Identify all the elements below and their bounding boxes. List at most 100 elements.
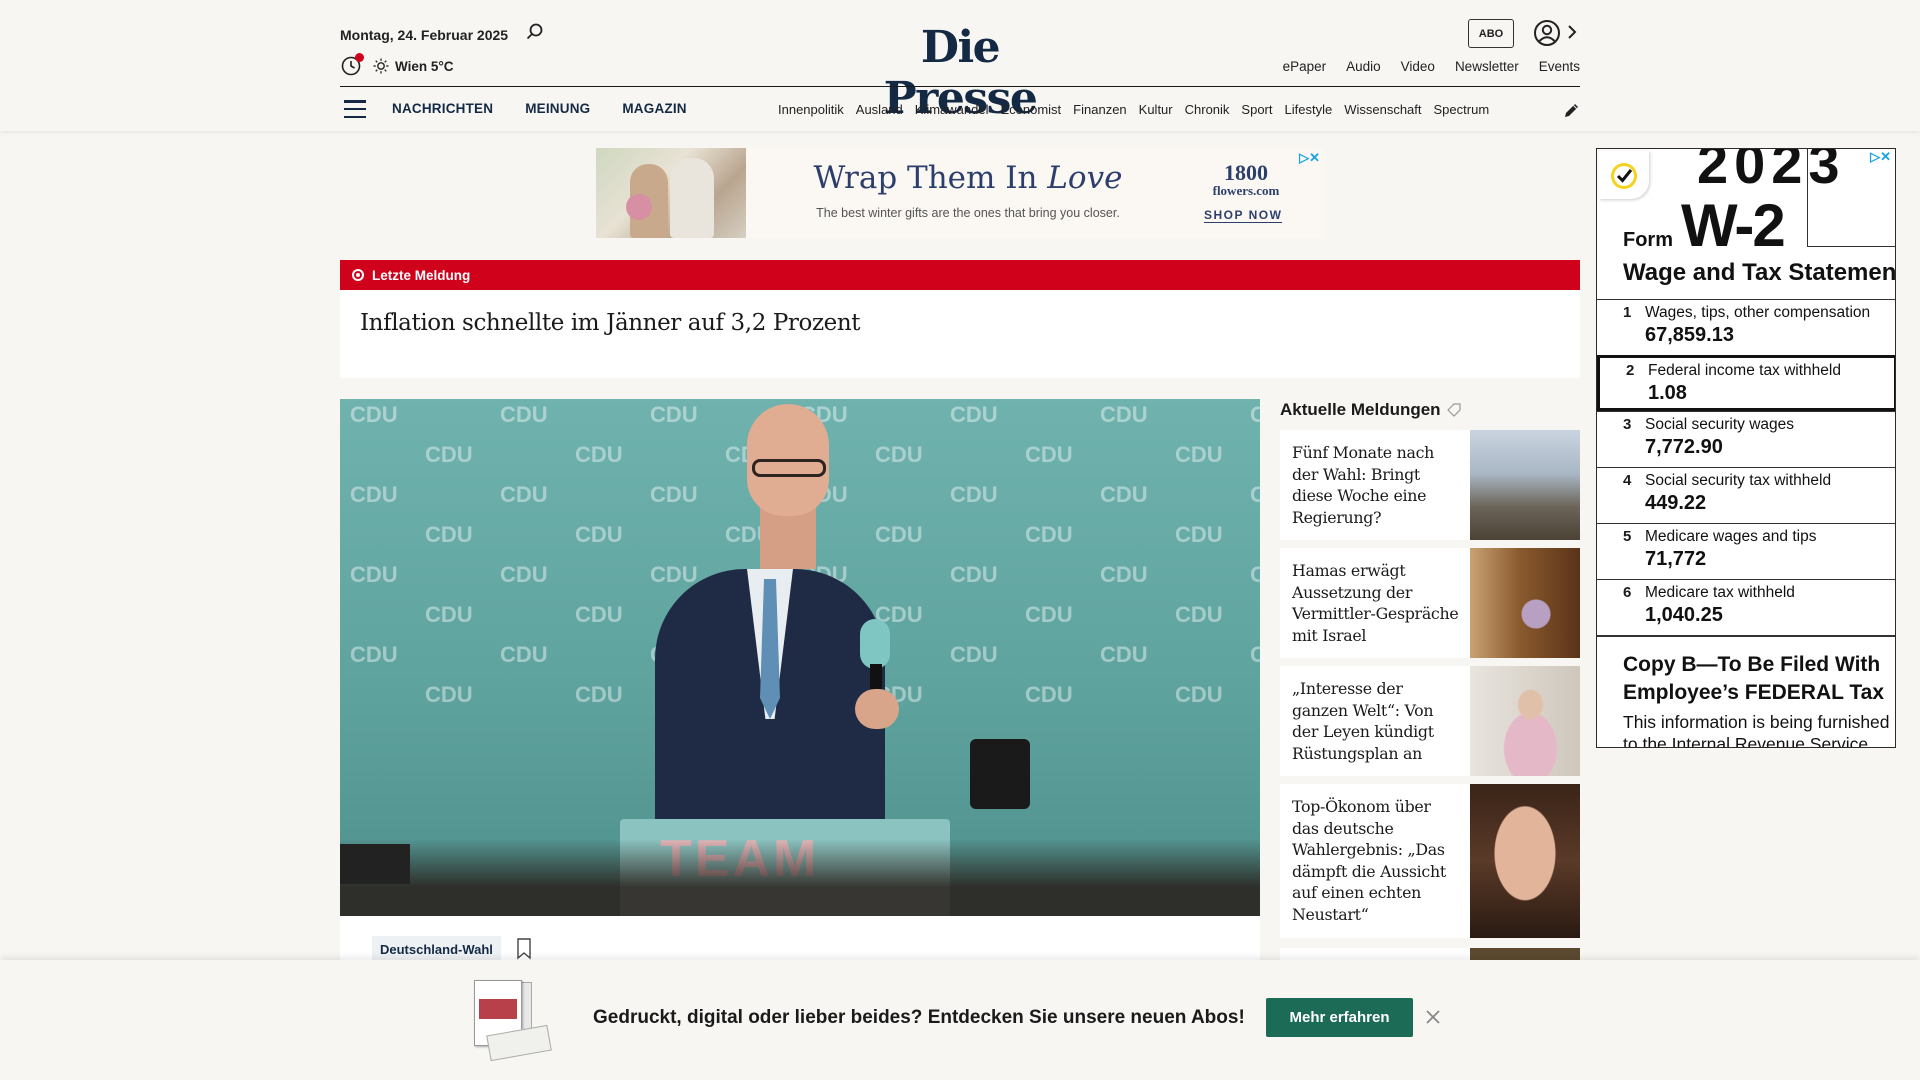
nav-chronik[interactable]: Chronik <box>1185 102 1230 117</box>
nav-ausland[interactable]: Ausland <box>856 102 903 117</box>
link-video[interactable]: Video <box>1401 59 1435 74</box>
chevron-right-icon[interactable] <box>1566 22 1578 42</box>
cdu-logo-text: CDU <box>1025 522 1073 547</box>
cdu-logo-text: CDU <box>500 562 548 587</box>
sidebar-ad-w2[interactable]: 2023 ▷✕ Form W-2 Wage and Tax Statement … <box>1596 148 1896 748</box>
ad-title-script: Love <box>1047 160 1123 196</box>
cdu-logo-text: CDU <box>650 562 698 587</box>
link-epaper[interactable]: ePaper <box>1283 59 1327 74</box>
nav-wissenschaft[interactable]: Wissenschaft <box>1344 102 1421 117</box>
cdu-logo-text: CDU <box>575 602 623 627</box>
close-icon[interactable] <box>1424 1008 1442 1026</box>
subscription-banner: Gedruckt, digital oder lieber beides? En… <box>0 960 1920 1080</box>
news-item[interactable]: Top-Ökonom über das deutsche Wahlergebni… <box>1280 784 1580 938</box>
bookmark-icon[interactable] <box>516 938 532 960</box>
cdu-logo-text: CDU <box>950 642 998 667</box>
cdu-logo-text: CDU <box>575 442 623 467</box>
ad-choices-icon[interactable]: ▷✕ <box>1299 150 1320 166</box>
news-headline[interactable]: Fünf Monate nach der Wahl: Bringt diese … <box>1292 442 1462 528</box>
cdu-logo-text: CDU <box>350 402 398 427</box>
cdu-logo-text: CDU <box>425 602 473 627</box>
microphone <box>860 619 890 669</box>
news-headline[interactable]: Top-Ökonom über das deutsche Wahlergebni… <box>1292 796 1462 925</box>
cdu-logo-text: CDU <box>950 402 998 427</box>
newspaper-image <box>472 978 554 1064</box>
nav-sport[interactable]: Sport <box>1241 102 1272 117</box>
nav-finanzen[interactable]: Finanzen <box>1073 102 1126 117</box>
news-item[interactable]: Hamas erwägt Aussetzung der Vermittler-G… <box>1280 548 1580 658</box>
cdu-logo-text: CDU <box>350 562 398 587</box>
cdu-logo-text: CDU <box>1250 402 1260 427</box>
header-divider <box>340 86 1580 87</box>
nav-spectrum[interactable]: Spectrum <box>1434 102 1490 117</box>
link-events[interactable]: Events <box>1539 59 1580 74</box>
cdu-logo-text: CDU <box>1025 682 1073 707</box>
nav-economist[interactable]: Economist <box>1000 102 1061 117</box>
w2-row: 2 Federal income tax withheld 1.08 <box>1597 355 1895 411</box>
topic-tag[interactable]: Deutschland-Wahl <box>372 936 501 962</box>
abo-button[interactable]: ABO <box>1468 19 1514 48</box>
cdu-logo-text: CDU <box>1250 642 1260 667</box>
history-icon[interactable] <box>340 53 364 77</box>
cdu-logo-text: CDU <box>950 562 998 587</box>
cdu-logo-text: CDU <box>1100 562 1148 587</box>
cdu-logo-text: CDU <box>1100 482 1148 507</box>
cdu-logo-text: CDU <box>1025 442 1073 467</box>
user-account-icon[interactable] <box>1532 18 1562 48</box>
breaking-news-card[interactable]: Inflation schnellte im Jänner auf 3,2 Pr… <box>340 290 1580 378</box>
w2-copy-text: Copy B—To Be Filed With Employee’s FEDERA… <box>1623 653 1885 704</box>
cdu-logo-text: CDU <box>1100 402 1148 427</box>
camera <box>970 739 1030 809</box>
breaking-headline[interactable]: Inflation schnellte im Jänner auf 3,2 Pr… <box>360 310 861 336</box>
sun-icon <box>373 58 389 74</box>
ad-subtitle: The best winter gifts are the ones that … <box>816 206 1120 220</box>
checkmark-badge <box>1599 151 1649 199</box>
ad-banner[interactable]: Wrap Them In Love The best winter gifts … <box>596 148 1324 238</box>
ad-shop-now-link[interactable]: SHOP NOW <box>1204 208 1283 223</box>
pencil-icon[interactable] <box>1562 100 1582 120</box>
main-nav: NACHRICHTEN MEINUNG MAGAZIN <box>392 101 687 116</box>
hero-image[interactable]: CDU CDU CDU CDU CDU CDU CDU CDU CDU CDU CDU CDU CDU C… <box>340 399 1260 916</box>
link-newsletter[interactable]: Newsletter <box>1455 59 1519 74</box>
cdu-logo-text: CDU <box>1025 602 1073 627</box>
breaking-label: Letzte Meldung <box>372 267 471 283</box>
aktuelle-meldungen-title[interactable]: Aktuelle Meldungen <box>1280 400 1461 420</box>
cdu-logo-text: CDU <box>1250 562 1260 587</box>
section-nav: Innenpolitik Ausland Klimawandel Economi… <box>778 102 1548 117</box>
news-thumbnail <box>1470 548 1580 658</box>
news-item[interactable] <box>1280 948 1580 960</box>
ad-choices-icon[interactable]: ▷✕ <box>1870 149 1891 165</box>
cdu-logo-text: CDU <box>1175 522 1223 547</box>
nav-meinung[interactable]: MEINUNG <box>525 101 590 116</box>
cdu-logo-text: CDU <box>500 642 548 667</box>
news-headline[interactable]: Hamas erwägt Aussetzung der Vermittler-G… <box>1292 560 1462 646</box>
news-item[interactable]: Fünf Monate nach der Wahl: Bringt diese … <box>1280 430 1580 540</box>
nav-lifestyle[interactable]: Lifestyle <box>1285 102 1333 117</box>
link-audio[interactable]: Audio <box>1346 59 1381 74</box>
cdu-logo-text: CDU <box>425 522 473 547</box>
nav-klimawandel[interactable]: Klimawandel <box>915 102 989 117</box>
cdu-logo-text: CDU <box>650 482 698 507</box>
cdu-logo-text: CDU <box>575 682 623 707</box>
w2-heading: Wage and Tax Statement <box>1623 259 1896 286</box>
mehr-erfahren-button[interactable]: Mehr erfahren <box>1266 998 1413 1037</box>
cdu-logo-text: CDU <box>1175 682 1223 707</box>
cdu-logo-text: CDU <box>575 522 623 547</box>
nav-kultur[interactable]: Kultur <box>1139 102 1173 117</box>
news-item[interactable]: „Interesse der ganzen Welt“: Von der Ley… <box>1280 666 1580 776</box>
search-icon[interactable] <box>525 22 545 42</box>
nav-nachrichten[interactable]: NACHRICHTEN <box>392 101 493 116</box>
live-dot-icon <box>352 269 364 281</box>
nav-magazin[interactable]: MAGAZIN <box>622 101 686 116</box>
news-thumbnail <box>1470 948 1580 960</box>
cdu-logo-text: CDU <box>425 682 473 707</box>
menu-icon[interactable] <box>344 100 366 118</box>
top-links: ePaper Audio Video Newsletter Events <box>1283 59 1580 74</box>
w2-form-label: Form <box>1623 229 1673 251</box>
nav-innenpolitik[interactable]: Innenpolitik <box>778 102 844 117</box>
weather-widget[interactable]: Wien 5°C <box>373 58 454 74</box>
w2-row: 5 Medicare wages and tips 71,772 <box>1597 523 1895 579</box>
cdu-logo-text: CDU <box>950 482 998 507</box>
current-date: Montag, 24. Februar 2025 <box>340 27 509 43</box>
news-headline[interactable]: „Interesse der ganzen Welt“: Von der Ley… <box>1292 678 1462 764</box>
